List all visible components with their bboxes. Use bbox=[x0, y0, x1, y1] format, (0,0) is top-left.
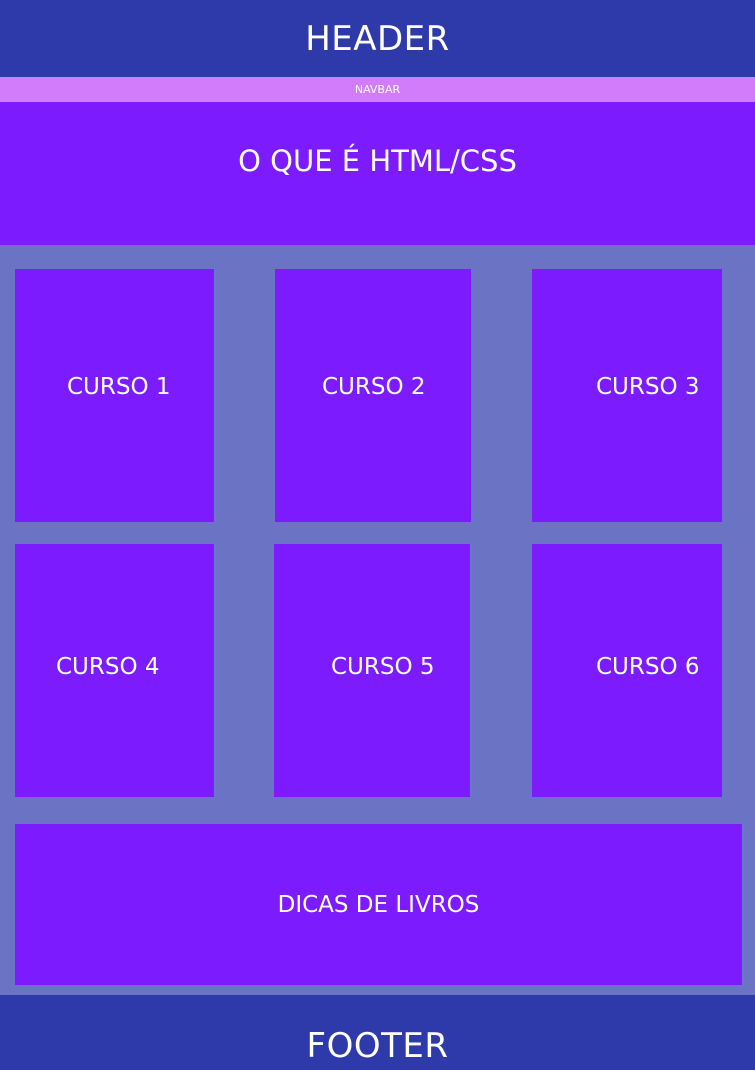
navbar[interactable]: NAVBAR bbox=[0, 77, 755, 102]
page-header: HEADER bbox=[0, 0, 755, 77]
course-card-label: CURSO 5 bbox=[331, 654, 435, 680]
footer-title: FOOTER bbox=[306, 1026, 449, 1066]
course-card-2[interactable]: CURSO 2 bbox=[275, 269, 471, 522]
hero-section: O QUE É HTML/CSS bbox=[0, 102, 755, 245]
course-card-5[interactable]: CURSO 5 bbox=[274, 544, 470, 797]
navbar-label: NAVBAR bbox=[354, 83, 401, 96]
page-footer: FOOTER bbox=[0, 995, 755, 1070]
course-card-1[interactable]: CURSO 1 bbox=[15, 269, 214, 522]
hero-title: O QUE É HTML/CSS bbox=[238, 144, 517, 178]
course-card-label: CURSO 1 bbox=[67, 374, 171, 400]
course-card-3[interactable]: CURSO 3 bbox=[532, 269, 722, 522]
course-card-6[interactable]: CURSO 6 bbox=[532, 544, 722, 797]
book-tips-section: DICAS DE LIVROS bbox=[15, 824, 742, 985]
course-card-label: CURSO 2 bbox=[322, 374, 426, 400]
course-card-4[interactable]: CURSO 4 bbox=[15, 544, 214, 797]
course-card-label: CURSO 3 bbox=[596, 374, 700, 400]
header-title: HEADER bbox=[305, 18, 450, 59]
book-tips-title: DICAS DE LIVROS bbox=[277, 891, 480, 918]
course-card-label: CURSO 6 bbox=[596, 654, 700, 680]
course-card-label: CURSO 4 bbox=[56, 654, 160, 680]
